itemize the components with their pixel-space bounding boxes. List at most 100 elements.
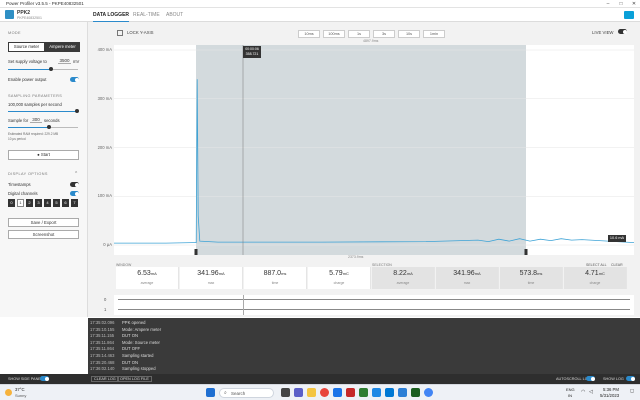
supply-voltage-knob[interactable] xyxy=(49,67,54,71)
show-log-toggle[interactable] xyxy=(626,376,635,381)
live-view-toggle[interactable] xyxy=(618,29,627,34)
selection-handle-right[interactable] xyxy=(524,249,528,255)
nav-bar: PPK2 PKPE40832501 DATA LOGGER REAL-TIME … xyxy=(0,8,640,22)
channel-7-button[interactable]: 7 xyxy=(71,199,78,207)
digital-cursor-line xyxy=(243,295,244,315)
stat-number: 4.71 xyxy=(585,270,599,277)
stat-number: 5.79 xyxy=(329,270,343,277)
stat-number: 341.96 xyxy=(453,270,475,277)
mcafee-icon[interactable] xyxy=(346,388,355,397)
y-tick-label: 400 mA xyxy=(97,47,112,52)
zoom-button-3s[interactable]: 3s xyxy=(373,30,395,38)
zoom-button-1min[interactable]: 1min xyxy=(423,30,445,38)
volume-icon[interactable]: ◁ xyxy=(589,389,593,395)
channel-0-button[interactable]: 0 xyxy=(8,199,15,207)
notification-icon[interactable]: ◻ xyxy=(630,388,634,394)
sample-rate-fill xyxy=(8,111,76,112)
sample-duration-input[interactable]: 300 xyxy=(30,117,42,123)
supply-voltage-slider[interactable] xyxy=(8,67,78,71)
selection-stat-charge: 4.71mC charge xyxy=(564,267,627,289)
cursor-value: 358.721 xyxy=(245,52,259,56)
language-label[interactable]: ENG xyxy=(566,387,575,392)
app-icon-dark-green[interactable] xyxy=(411,388,420,397)
stat-number: 887.0 xyxy=(263,270,282,277)
digital-channels-toggle[interactable] xyxy=(70,191,79,196)
channel-4-button[interactable]: 4 xyxy=(44,199,51,207)
stat-value: 8.22mA xyxy=(372,270,434,277)
chrome-icon[interactable] xyxy=(320,388,329,397)
mode-header: MODE xyxy=(8,31,21,35)
edge-icon[interactable] xyxy=(333,388,342,397)
selection-region[interactable] xyxy=(196,45,526,255)
supply-voltage-input[interactable]: 3500 xyxy=(58,58,71,64)
weather-icon[interactable] xyxy=(5,389,12,396)
maximize-icon[interactable]: □ xyxy=(615,0,627,8)
channel-5-button[interactable]: 5 xyxy=(53,199,60,207)
save-export-button[interactable]: Save / Export xyxy=(8,218,79,227)
start-button[interactable]: ● Start xyxy=(8,150,79,160)
tab-about[interactable]: ABOUT xyxy=(166,12,183,18)
channel-2-button[interactable]: 2 xyxy=(26,199,33,207)
clear-log-button[interactable]: CLEAR LOG xyxy=(91,376,119,382)
digital-channels-label: Digital channels xyxy=(8,191,38,196)
app-icon-blue[interactable] xyxy=(372,388,381,397)
show-log-label: SHOW LOG xyxy=(603,377,624,381)
zoom-button-1s[interactable]: 1s xyxy=(348,30,370,38)
channel-6-button[interactable]: 6 xyxy=(62,199,69,207)
start-icon[interactable] xyxy=(206,388,215,397)
chart-svg[interactable] xyxy=(114,45,635,255)
tab-real-time[interactable]: REAL-TIME xyxy=(133,12,160,18)
current-value-label: 10.6 mA xyxy=(608,235,626,242)
tab-data-logger[interactable]: DATA LOGGER xyxy=(93,12,130,22)
collapse-icon[interactable]: ⌃ xyxy=(74,171,78,177)
channel-3-button[interactable]: 3 xyxy=(35,199,42,207)
stat-unit: mA xyxy=(150,271,157,276)
sample-duration-slider[interactable] xyxy=(8,125,78,129)
show-side-panel-label: SHOW SIDE PANEL xyxy=(8,377,43,381)
power-output-toggle[interactable] xyxy=(70,77,79,82)
stat-label: charge xyxy=(333,281,345,285)
sidebar: MODE Source meter Ampere meter Set suppl… xyxy=(0,22,88,317)
device-icon[interactable] xyxy=(5,10,14,19)
lock-y-axis-label: LOCK Y-AXIS xyxy=(127,30,154,35)
open-log-file-button[interactable]: OPEN LOG FILE xyxy=(117,376,152,382)
channel-1-button[interactable]: 1 xyxy=(17,199,24,207)
taskbar-search[interactable]: ⌕ Search xyxy=(219,388,274,398)
app-icon-circle[interactable] xyxy=(424,388,433,397)
log-timestamp: 17:35:11.155 xyxy=(90,333,115,339)
zoom-button-10ms[interactable]: 10ms xyxy=(298,30,320,38)
stat-value: 341.96mA xyxy=(180,270,242,277)
y-tick-label: 300 mA xyxy=(97,95,112,101)
minimize-icon[interactable]: – xyxy=(602,0,614,8)
app-menu-icon[interactable] xyxy=(624,11,634,19)
app-icon-green[interactable] xyxy=(359,388,368,397)
stat-label: max xyxy=(207,281,215,285)
vscode-icon[interactable] xyxy=(385,388,394,397)
weather-desc: Sunny xyxy=(15,393,27,398)
nrf-connect-icon[interactable] xyxy=(398,388,407,397)
teams-icon[interactable] xyxy=(294,388,303,397)
log-timestamp: 17:36:02.140 xyxy=(90,366,115,372)
timestamps-toggle[interactable] xyxy=(70,182,79,187)
file-explorer-icon[interactable] xyxy=(307,388,316,397)
zoom-button-100ms[interactable]: 100ms xyxy=(323,30,345,38)
zoom-button-10s[interactable]: 10s xyxy=(398,30,420,38)
selection-handle-left[interactable] xyxy=(194,249,198,255)
stat-number: 8.22 xyxy=(393,270,407,277)
screenshot-button[interactable]: Screenshot xyxy=(8,230,79,239)
current-chart[interactable] xyxy=(114,45,635,255)
stat-number: 6.53 xyxy=(137,270,151,277)
sample-rate-slider[interactable] xyxy=(8,109,79,113)
close-icon[interactable]: ✕ xyxy=(628,0,640,8)
task-view-icon[interactable] xyxy=(281,388,290,397)
clock-time[interactable]: 5:36 PM xyxy=(603,387,619,392)
log-message: DUT ON xyxy=(122,333,138,339)
wifi-icon[interactable]: ◠ xyxy=(581,389,585,395)
sample-duration-knob[interactable] xyxy=(47,125,51,129)
source-meter-button[interactable]: Source meter xyxy=(9,43,44,51)
ampere-meter-button[interactable]: Ampere meter xyxy=(45,43,80,51)
lock-y-axis-checkbox[interactable] xyxy=(117,30,123,36)
autoscroll-toggle[interactable] xyxy=(586,376,595,381)
sample-rate-knob[interactable] xyxy=(75,109,79,113)
show-side-panel-toggle[interactable] xyxy=(40,376,49,381)
